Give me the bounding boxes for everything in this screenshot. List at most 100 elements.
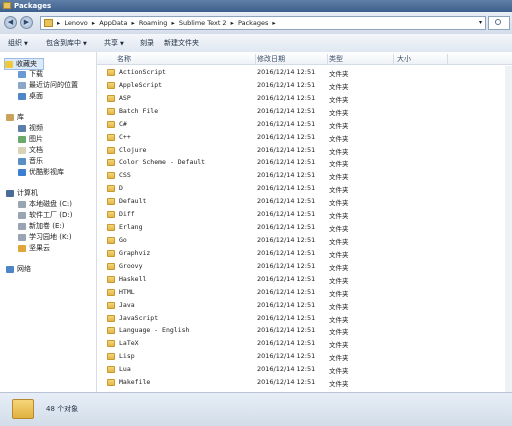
new-folder-label: 新建文件夹 — [164, 39, 199, 47]
drive-icon — [18, 222, 26, 230]
nav-label: 本地磁盘 (C:) — [29, 200, 72, 208]
table-row[interactable]: HTML 2016/12/14 12:51 文件夹 — [97, 286, 512, 299]
breadcrumb-item[interactable]: Sublime Text 2 — [179, 19, 227, 27]
table-row[interactable]: Java 2016/12/14 12:51 文件夹 — [97, 299, 512, 312]
network-icon — [6, 265, 14, 273]
breadcrumb-item[interactable]: Lenovo — [64, 19, 87, 27]
table-row[interactable]: D 2016/12/14 12:51 文件夹 — [97, 182, 512, 195]
file-date: 2016/12/14 12:51 — [257, 365, 316, 374]
nav-computer[interactable]: 计算机 — [6, 188, 38, 198]
table-row[interactable]: ASP 2016/12/14 12:51 文件夹 — [97, 92, 512, 105]
nav-label: 收藏夹 — [16, 60, 37, 68]
table-row[interactable]: CSS 2016/12/14 12:51 文件夹 — [97, 169, 512, 182]
nav-item-youku-library[interactable]: 优酷影视库 — [18, 167, 64, 177]
column-header-date[interactable]: 修改日期 — [257, 54, 328, 64]
file-date: 2016/12/14 12:51 — [257, 339, 316, 348]
nav-item-drive-d[interactable]: 软件工厂 (D:) — [18, 210, 72, 220]
folder-icon — [107, 172, 115, 180]
nav-item-recent-places[interactable]: 最近访问的位置 — [18, 80, 78, 90]
nav-item-drive-c[interactable]: 本地磁盘 (C:) — [18, 199, 72, 209]
file-date: 2016/12/14 12:51 — [257, 313, 316, 322]
column-header-size[interactable]: 大小 — [397, 54, 448, 64]
table-row[interactable]: C++ 2016/12/14 12:51 文件夹 — [97, 131, 512, 144]
file-type: 文件夹 — [329, 82, 349, 91]
file-type: 文件夹 — [329, 328, 349, 337]
file-type: 文件夹 — [329, 263, 349, 272]
breadcrumb-item[interactable]: Packages — [238, 19, 268, 27]
breadcrumb-item[interactable]: AppData — [99, 19, 127, 27]
address-bar[interactable]: ▸ Lenovo ▸ AppData ▸ Roaming ▸ Sublime T… — [40, 16, 486, 30]
file-name: Diff — [119, 210, 135, 219]
nav-item-music[interactable]: 音乐 — [18, 156, 43, 166]
breadcrumb-separator: ▸ — [131, 19, 135, 27]
nav-item-desktop[interactable]: 桌面 — [18, 91, 43, 101]
table-row[interactable]: Erlang 2016/12/14 12:51 文件夹 — [97, 221, 512, 234]
breadcrumb-separator: ▸ — [57, 19, 61, 27]
table-row[interactable]: Go 2016/12/14 12:51 文件夹 — [97, 234, 512, 247]
nav-item-documents[interactable]: 文档 — [18, 145, 43, 155]
nav-label: 图片 — [29, 135, 43, 143]
nav-libraries[interactable]: 库 — [6, 112, 24, 122]
table-row[interactable]: ActionScript 2016/12/14 12:51 文件夹 — [97, 66, 512, 79]
nav-item-downloads[interactable]: 下载 — [18, 69, 43, 79]
burn-button[interactable]: 刻录 — [140, 38, 154, 48]
table-row[interactable]: Clojure 2016/12/14 12:51 文件夹 — [97, 144, 512, 157]
column-header-row: 名称 修改日期 类型 大小 — [97, 52, 512, 65]
table-row[interactable]: Batch File 2016/12/14 12:51 文件夹 — [97, 105, 512, 118]
nav-network[interactable]: 网络 — [6, 264, 31, 274]
file-date: 2016/12/14 12:51 — [257, 326, 316, 335]
chevron-down-icon[interactable]: ▾ — [479, 19, 482, 26]
music-icon — [18, 157, 26, 165]
nav-item-drive-e[interactable]: 新加卷 (E:) — [18, 221, 64, 231]
table-row[interactable]: AppleScript 2016/12/14 12:51 文件夹 — [97, 79, 512, 92]
table-row[interactable]: Graphviz 2016/12/14 12:51 文件夹 — [97, 247, 512, 260]
table-row[interactable]: Haskell 2016/12/14 12:51 文件夹 — [97, 273, 512, 286]
table-row[interactable]: Diff 2016/12/14 12:51 文件夹 — [97, 208, 512, 221]
table-row[interactable]: C# 2016/12/14 12:51 文件夹 — [97, 118, 512, 131]
nav-item-drive-k[interactable]: 学习园地 (K:) — [18, 232, 72, 242]
file-type: 文件夹 — [329, 134, 349, 143]
forward-button[interactable]: ▶ — [20, 16, 33, 29]
table-row[interactable]: Language - English 2016/12/14 12:51 文件夹 — [97, 324, 512, 337]
nav-item-videos[interactable]: 视频 — [18, 123, 43, 133]
back-button[interactable]: ◀ — [4, 16, 17, 29]
folder-icon — [107, 185, 115, 193]
table-row[interactable]: Lua 2016/12/14 12:51 文件夹 — [97, 363, 512, 376]
nav-item-pictures[interactable]: 图片 — [18, 134, 43, 144]
file-name: Language - English — [119, 326, 190, 335]
folder-icon — [107, 327, 115, 335]
folder-icon — [107, 107, 115, 115]
column-header-type[interactable]: 类型 — [329, 54, 394, 64]
nav-label: 音乐 — [29, 157, 43, 165]
table-row[interactable]: Lisp 2016/12/14 12:51 文件夹 — [97, 350, 512, 363]
table-row[interactable]: Groovy 2016/12/14 12:51 文件夹 — [97, 260, 512, 273]
document-icon — [18, 146, 26, 154]
file-type: 文件夹 — [329, 212, 349, 221]
folder-icon — [107, 275, 115, 283]
include-in-library-button[interactable]: 包含到库中 ▼ — [46, 38, 87, 48]
file-date: 2016/12/14 12:51 — [257, 223, 316, 232]
search-input[interactable] — [488, 16, 510, 30]
table-row[interactable]: JavaScript 2016/12/14 12:51 文件夹 — [97, 312, 512, 325]
table-row[interactable]: Makefile 2016/12/14 12:51 文件夹 — [97, 376, 512, 389]
title-bar: Packages — [0, 0, 512, 12]
breadcrumb-separator: ▸ — [171, 19, 175, 27]
breadcrumb-item[interactable]: Roaming — [139, 19, 168, 27]
nav-label: 库 — [17, 113, 24, 121]
table-row[interactable]: Default 2016/12/14 12:51 文件夹 — [97, 195, 512, 208]
new-folder-button[interactable]: 新建文件夹 — [164, 38, 199, 48]
nav-label: 新加卷 (E:) — [29, 222, 65, 230]
vertical-scrollbar[interactable] — [505, 66, 512, 392]
nav-item-jianguoyun[interactable]: 坚果云 — [18, 243, 50, 253]
table-row[interactable]: Color Scheme - Default 2016/12/14 12:51 文件… — [97, 156, 512, 169]
folder-icon — [107, 366, 115, 374]
file-name: ASP — [119, 93, 131, 102]
file-name: C++ — [119, 132, 131, 141]
column-header-name[interactable]: 名称 — [117, 54, 256, 64]
table-row[interactable]: LaTeX 2016/12/14 12:51 文件夹 — [97, 337, 512, 350]
computer-icon — [6, 189, 14, 197]
file-name: Java — [119, 300, 135, 309]
share-button[interactable]: 共享 ▼ — [104, 38, 124, 48]
organize-button[interactable]: 组织 ▼ — [8, 38, 28, 48]
file-date: 2016/12/14 12:51 — [257, 261, 316, 270]
